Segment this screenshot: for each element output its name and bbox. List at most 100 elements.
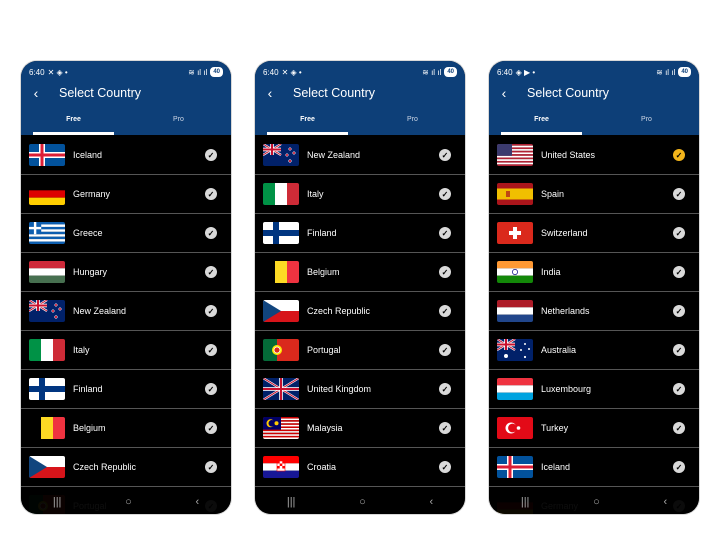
flag-icon (497, 456, 533, 478)
country-name: Iceland (73, 150, 103, 160)
flag-icon (497, 144, 533, 166)
flag-icon (263, 456, 299, 478)
country-row[interactable]: Luxembourg ✓ (489, 370, 699, 409)
tab-bar: Free Pro (255, 113, 465, 135)
back-icon[interactable]: ‹ (429, 496, 433, 508)
country-row[interactable]: Portugal ✓ (255, 331, 465, 370)
back-icon[interactable]: ‹ (663, 496, 667, 508)
tab-free[interactable]: Free (489, 113, 594, 135)
back-arrow-icon[interactable]: ‹ (21, 85, 51, 101)
status-time: 6:40 (29, 67, 45, 77)
flag-icon (497, 417, 533, 439)
check-icon: ✓ (439, 266, 451, 278)
country-row[interactable]: Croatia ✓ (255, 448, 465, 487)
country-row[interactable]: United Kingdom ✓ (255, 370, 465, 409)
recent-apps-icon[interactable]: ||| (53, 496, 62, 508)
flag-icon (497, 222, 533, 244)
check-icon: ✓ (439, 422, 451, 434)
check-icon: ✓ (205, 266, 217, 278)
flag-icon (263, 378, 299, 400)
back-icon[interactable]: ‹ (195, 496, 199, 508)
flag-icon (29, 456, 65, 478)
tab-pro[interactable]: Pro (360, 113, 465, 135)
country-row[interactable]: Australia ✓ (489, 331, 699, 370)
country-name: Croatia (307, 462, 337, 472)
back-arrow-icon[interactable]: ‹ (489, 85, 519, 101)
country-name: Hungary (73, 267, 108, 277)
tab-free[interactable]: Free (21, 113, 126, 135)
country-name: India (541, 267, 561, 277)
country-list[interactable]: United States ✓ Spain ✓ Switzerland ✓ India ✓ Ne… (489, 136, 699, 514)
tab-bar: Free Pro (489, 113, 699, 135)
back-arrow-icon[interactable]: ‹ (255, 85, 285, 101)
flag-icon (497, 378, 533, 400)
flag-icon (29, 144, 65, 166)
country-list[interactable]: Iceland ✓ Germany ✓ Greece ✓ Hungary ✓ New Zeala… (21, 136, 231, 514)
check-icon: ✓ (439, 227, 451, 239)
flag-icon (263, 222, 299, 244)
recent-apps-icon[interactable]: ||| (287, 496, 296, 508)
country-row[interactable]: Malaysia ✓ (255, 409, 465, 448)
app-header: 6:40 ✕ ◈ • ≋ ıl ıl 40 ‹ Select Country Fre… (255, 61, 465, 135)
check-icon: ✓ (205, 383, 217, 395)
country-row[interactable]: Italy ✓ (255, 175, 465, 214)
tab-bar: Free Pro (21, 113, 231, 135)
signal-icons: ≋ ıl ıl (188, 67, 208, 77)
check-icon: ✓ (205, 422, 217, 434)
check-icon: ✓ (205, 227, 217, 239)
country-name: Turkey (541, 423, 569, 433)
country-row[interactable]: Germany ✓ (21, 175, 231, 214)
country-row[interactable]: Belgium ✓ (21, 409, 231, 448)
flag-icon (497, 300, 533, 322)
country-row[interactable]: Italy ✓ (21, 331, 231, 370)
flag-icon (263, 417, 299, 439)
check-icon: ✓ (205, 149, 217, 161)
country-list[interactable]: New Zealand ✓ Italy ✓ Finland ✓ Belgium ✓ Czech … (255, 136, 465, 514)
country-row[interactable]: Czech Republic ✓ (255, 292, 465, 331)
status-time: 6:40 (263, 67, 279, 77)
check-icon: ✓ (673, 383, 685, 395)
country-row[interactable]: Iceland ✓ (489, 448, 699, 487)
flag-icon (29, 183, 65, 205)
recent-apps-icon[interactable]: ||| (521, 496, 530, 508)
signal-icons: ≋ ıl ıl (422, 67, 442, 77)
country-name: Belgium (307, 267, 340, 277)
system-nav-bar: ||| ○ ‹ (255, 490, 465, 514)
tab-pro[interactable]: Pro (594, 113, 699, 135)
country-row[interactable]: Spain ✓ (489, 175, 699, 214)
country-row[interactable]: Turkey ✓ (489, 409, 699, 448)
country-name: Greece (73, 228, 103, 238)
country-row[interactable]: United States ✓ (489, 136, 699, 175)
country-name: Belgium (73, 423, 106, 433)
country-name: Finland (307, 228, 337, 238)
country-row[interactable]: Greece ✓ (21, 214, 231, 253)
check-icon: ✓ (673, 305, 685, 317)
flag-icon (263, 144, 299, 166)
country-name: Spain (541, 189, 565, 199)
country-row[interactable]: Finland ✓ (255, 214, 465, 253)
country-name: United Kingdom (307, 384, 372, 394)
country-name: Australia (541, 345, 577, 355)
app-header: 6:40 ◈ ▶ • ≋ ıl ıl 40 ‹ Select Country Fre… (489, 61, 699, 135)
country-row[interactable]: Iceland ✓ (21, 136, 231, 175)
country-row[interactable]: Hungary ✓ (21, 253, 231, 292)
tab-pro[interactable]: Pro (126, 113, 231, 135)
battery-icon: 40 (210, 67, 223, 77)
country-row[interactable]: New Zealand ✓ (21, 292, 231, 331)
home-icon[interactable]: ○ (125, 496, 132, 508)
country-row[interactable]: Netherlands ✓ (489, 292, 699, 331)
home-icon[interactable]: ○ (359, 496, 366, 508)
country-row[interactable]: Belgium ✓ (255, 253, 465, 292)
country-row[interactable]: Czech Republic ✓ (21, 448, 231, 487)
country-name: Luxembourg (541, 384, 592, 394)
country-row[interactable]: Switzerland ✓ (489, 214, 699, 253)
tab-free[interactable]: Free (255, 113, 360, 135)
country-row[interactable]: New Zealand ✓ (255, 136, 465, 175)
check-icon: ✓ (673, 344, 685, 356)
country-name: United States (541, 150, 596, 160)
status-notification-icons: ✕ ◈ • (281, 67, 302, 77)
home-icon[interactable]: ○ (593, 496, 600, 508)
country-row[interactable]: Finland ✓ (21, 370, 231, 409)
battery-icon: 40 (678, 67, 691, 77)
country-row[interactable]: India ✓ (489, 253, 699, 292)
